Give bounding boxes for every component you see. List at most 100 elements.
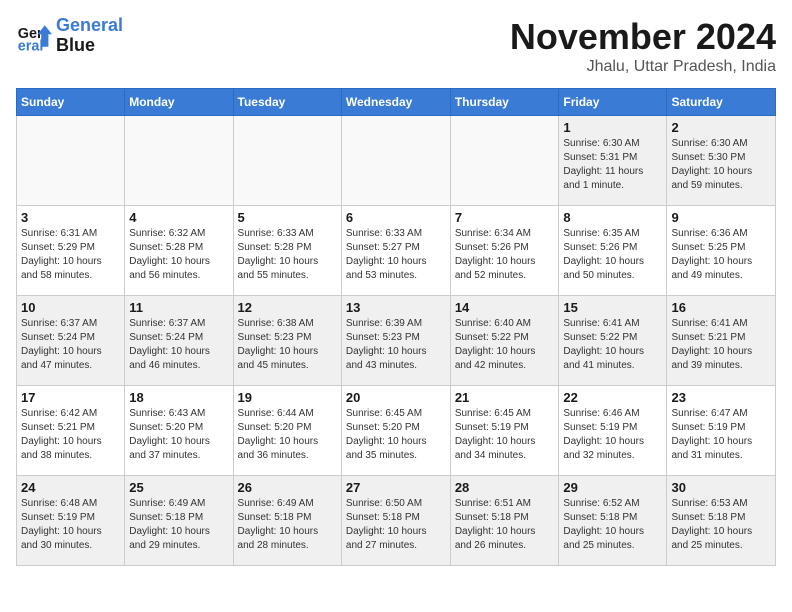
calendar-cell: 27Sunrise: 6:50 AM Sunset: 5:18 PM Dayli… xyxy=(341,476,450,566)
day-number: 14 xyxy=(455,300,555,315)
calendar-cell: 12 Sunrise: 6:38 AM Sunset: 5:23 PM Dayli… xyxy=(233,296,341,386)
calendar-cell: 30Sunrise: 6:53 AM Sunset: 5:18 PM Dayli… xyxy=(667,476,776,566)
day-info: Sunrise: 6:32 AM Sunset: 5:28 PM Dayligh… xyxy=(129,227,228,283)
day-number: 7 xyxy=(455,210,555,225)
day-info: Sunrise: 6:37 AM Sunset: 5:24 PM Dayligh… xyxy=(21,317,120,373)
day-info: Sunrise: 6:38 AM Sunset: 5:23 PM Dayligh… xyxy=(238,317,337,373)
day-info: Sunrise: 6:41 AM Sunset: 5:21 PM Dayligh… xyxy=(671,317,771,373)
day-info: Sunrise: 6:51 AM Sunset: 5:18 PM Dayligh… xyxy=(455,497,555,553)
day-info: Sunrise: 6:52 AM Sunset: 5:18 PM Dayligh… xyxy=(563,497,662,553)
day-number: 3 xyxy=(21,210,120,225)
day-number: 6 xyxy=(346,210,446,225)
location: Jhalu, Uttar Pradesh, India xyxy=(510,58,776,76)
day-number: 29 xyxy=(563,480,662,495)
calendar-cell: 5 Sunrise: 6:33 AM Sunset: 5:28 PM Daylig… xyxy=(233,206,341,296)
weekday-header-row: SundayMondayTuesdayWednesdayThursdayFrid… xyxy=(17,89,776,116)
day-number: 15 xyxy=(563,300,662,315)
day-number: 10 xyxy=(21,300,120,315)
day-info: Sunrise: 6:45 AM Sunset: 5:20 PM Dayligh… xyxy=(346,407,446,463)
day-number: 22 xyxy=(563,390,662,405)
day-number: 24 xyxy=(21,480,120,495)
logo: Gen eral GeneralBlue xyxy=(16,16,123,56)
day-info: Sunrise: 6:48 AM Sunset: 5:19 PM Dayligh… xyxy=(21,497,120,553)
weekday-header-monday: Monday xyxy=(125,89,233,116)
day-info: Sunrise: 6:43 AM Sunset: 5:20 PM Dayligh… xyxy=(129,407,228,463)
calendar-cell xyxy=(125,116,233,206)
weekday-header-thursday: Thursday xyxy=(450,89,559,116)
calendar-cell: 25Sunrise: 6:49 AM Sunset: 5:18 PM Dayli… xyxy=(125,476,233,566)
calendar-cell: 9Sunrise: 6:36 AM Sunset: 5:25 PM Daylig… xyxy=(667,206,776,296)
day-info: Sunrise: 6:46 AM Sunset: 5:19 PM Dayligh… xyxy=(563,407,662,463)
day-number: 20 xyxy=(346,390,446,405)
day-number: 13 xyxy=(346,300,446,315)
calendar-cell: 18 Sunrise: 6:43 AM Sunset: 5:20 PM Dayli… xyxy=(125,386,233,476)
calendar-cell: 7 Sunrise: 6:34 AM Sunset: 5:26 PM Daylig… xyxy=(450,206,559,296)
day-number: 18 xyxy=(129,390,228,405)
calendar-cell: 28Sunrise: 6:51 AM Sunset: 5:18 PM Dayli… xyxy=(450,476,559,566)
week-row-5: 24 Sunrise: 6:48 AM Sunset: 5:19 PM Dayli… xyxy=(17,476,776,566)
calendar-cell: 15 Sunrise: 6:41 AM Sunset: 5:22 PM Dayli… xyxy=(559,296,667,386)
day-info: Sunrise: 6:34 AM Sunset: 5:26 PM Dayligh… xyxy=(455,227,555,283)
day-number: 17 xyxy=(21,390,120,405)
day-info: Sunrise: 6:33 AM Sunset: 5:28 PM Dayligh… xyxy=(238,227,337,283)
calendar-cell: 20 Sunrise: 6:45 AM Sunset: 5:20 PM Dayli… xyxy=(341,386,450,476)
day-info: Sunrise: 6:47 AM Sunset: 5:19 PM Dayligh… xyxy=(671,407,771,463)
week-row-2: 3 Sunrise: 6:31 AM Sunset: 5:29 PM Daylig… xyxy=(17,206,776,296)
calendar-cell: 16 Sunrise: 6:41 AM Sunset: 5:21 PM Dayli… xyxy=(667,296,776,386)
day-info: Sunrise: 6:35 AM Sunset: 5:26 PM Dayligh… xyxy=(563,227,662,283)
calendar-cell xyxy=(450,116,559,206)
calendar-cell: 11 Sunrise: 6:37 AM Sunset: 5:24 PM Dayli… xyxy=(125,296,233,386)
calendar-cell: 24 Sunrise: 6:48 AM Sunset: 5:19 PM Dayli… xyxy=(17,476,125,566)
day-info: Sunrise: 6:42 AM Sunset: 5:21 PM Dayligh… xyxy=(21,407,120,463)
day-number: 26 xyxy=(238,480,337,495)
day-info: Sunrise: 6:44 AM Sunset: 5:20 PM Dayligh… xyxy=(238,407,337,463)
calendar-cell: 1 Sunrise: 6:30 AM Sunset: 5:31 PM Daylig… xyxy=(559,116,667,206)
day-number: 4 xyxy=(129,210,228,225)
day-number: 5 xyxy=(238,210,337,225)
week-row-3: 10 Sunrise: 6:37 AM Sunset: 5:24 PM Dayli… xyxy=(17,296,776,386)
day-number: 23 xyxy=(671,390,771,405)
weekday-header-sunday: Sunday xyxy=(17,89,125,116)
day-info: Sunrise: 6:53 AM Sunset: 5:18 PM Dayligh… xyxy=(671,497,771,553)
day-info: Sunrise: 6:37 AM Sunset: 5:24 PM Dayligh… xyxy=(129,317,228,373)
calendar-cell: 29 Sunrise: 6:52 AM Sunset: 5:18 PM Dayli… xyxy=(559,476,667,566)
day-number: 8 xyxy=(563,210,662,225)
day-info: Sunrise: 6:31 AM Sunset: 5:29 PM Dayligh… xyxy=(21,227,120,283)
calendar-table: SundayMondayTuesdayWednesdayThursdayFrid… xyxy=(16,88,776,566)
calendar-cell: 26Sunrise: 6:49 AM Sunset: 5:18 PM Dayli… xyxy=(233,476,341,566)
calendar-cell: 10 Sunrise: 6:37 AM Sunset: 5:24 PM Dayli… xyxy=(17,296,125,386)
day-number: 1 xyxy=(563,120,662,135)
day-number: 2 xyxy=(671,120,771,135)
calendar-cell: 6 Sunrise: 6:33 AM Sunset: 5:27 PM Daylig… xyxy=(341,206,450,296)
day-number: 16 xyxy=(671,300,771,315)
day-info: Sunrise: 6:36 AM Sunset: 5:25 PM Dayligh… xyxy=(671,227,771,283)
calendar-cell: 14 Sunrise: 6:40 AM Sunset: 5:22 PM Dayli… xyxy=(450,296,559,386)
calendar-cell: 8 Sunrise: 6:35 AM Sunset: 5:26 PM Daylig… xyxy=(559,206,667,296)
calendar-cell xyxy=(17,116,125,206)
day-info: Sunrise: 6:41 AM Sunset: 5:22 PM Dayligh… xyxy=(563,317,662,373)
calendar-cell: 13Sunrise: 6:39 AM Sunset: 5:23 PM Dayli… xyxy=(341,296,450,386)
month-title: November 2024 xyxy=(510,16,776,58)
weekday-header-saturday: Saturday xyxy=(667,89,776,116)
week-row-4: 17 Sunrise: 6:42 AM Sunset: 5:21 PM Dayli… xyxy=(17,386,776,476)
day-info: Sunrise: 6:30 AM Sunset: 5:30 PM Dayligh… xyxy=(671,137,771,193)
day-number: 19 xyxy=(238,390,337,405)
calendar-cell: 19 Sunrise: 6:44 AM Sunset: 5:20 PM Dayli… xyxy=(233,386,341,476)
day-number: 11 xyxy=(129,300,228,315)
page-header: Gen eral GeneralBlue November 2024 Jhalu… xyxy=(16,16,776,76)
day-info: Sunrise: 6:40 AM Sunset: 5:22 PM Dayligh… xyxy=(455,317,555,373)
calendar-cell: 21 Sunrise: 6:45 AM Sunset: 5:19 PM Dayli… xyxy=(450,386,559,476)
day-number: 25 xyxy=(129,480,228,495)
week-row-1: 1 Sunrise: 6:30 AM Sunset: 5:31 PM Daylig… xyxy=(17,116,776,206)
day-number: 12 xyxy=(238,300,337,315)
svg-text:eral: eral xyxy=(18,38,44,54)
day-info: Sunrise: 6:33 AM Sunset: 5:27 PM Dayligh… xyxy=(346,227,446,283)
weekday-header-friday: Friday xyxy=(559,89,667,116)
day-info: Sunrise: 6:30 AM Sunset: 5:31 PM Dayligh… xyxy=(563,137,662,193)
calendar-cell xyxy=(233,116,341,206)
day-number: 27 xyxy=(346,480,446,495)
day-number: 21 xyxy=(455,390,555,405)
logo-icon: Gen eral xyxy=(16,18,52,54)
calendar-cell xyxy=(341,116,450,206)
day-info: Sunrise: 6:45 AM Sunset: 5:19 PM Dayligh… xyxy=(455,407,555,463)
